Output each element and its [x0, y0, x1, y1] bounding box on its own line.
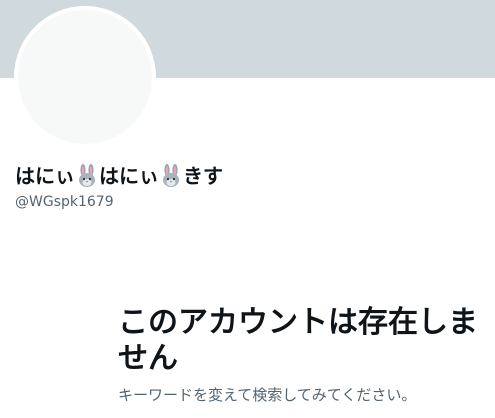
rabbit-face-icon [163, 164, 179, 187]
avatar [14, 6, 156, 148]
display-name-part: きす [183, 164, 223, 188]
user-handle: @WGspk1679 [15, 194, 114, 210]
profile-page: はにぃ はにぃ きす @WGspk1679 このアカウントは存在しません キーワ… [0, 0, 495, 418]
display-name-part: はにぃ [99, 164, 159, 188]
rabbit-face-icon [79, 164, 95, 187]
empty-state: このアカウントは存在しません キーワードを変えて検索してみてください。 [118, 305, 478, 405]
empty-state-title: このアカウントは存在しません [118, 305, 478, 376]
display-name: はにぃ はにぃ きす [15, 162, 223, 190]
empty-state-description: キーワードを変えて検索してみてください。 [118, 386, 417, 404]
display-name-part: はにぃ [15, 164, 75, 188]
